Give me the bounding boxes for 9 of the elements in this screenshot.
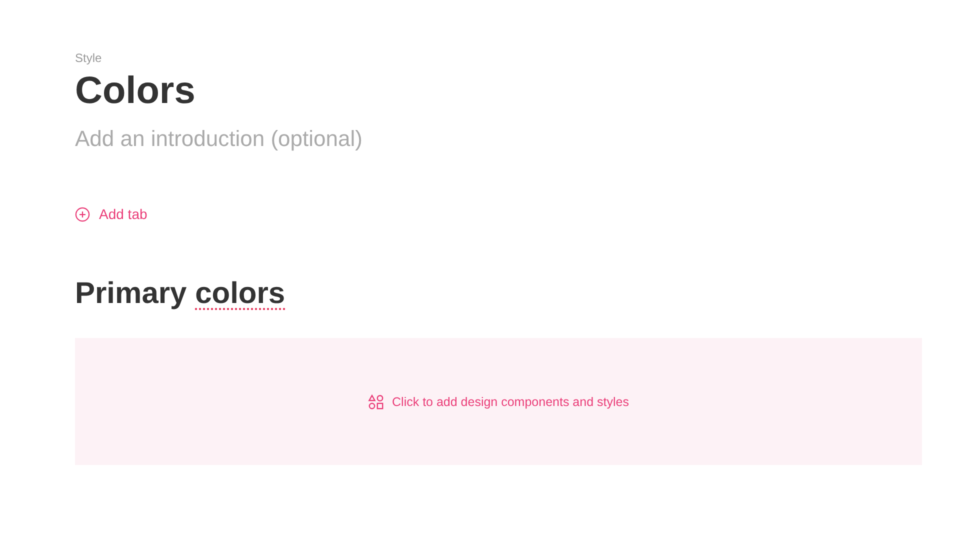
introduction-field[interactable]: Add an introduction (optional) (75, 124, 415, 154)
add-circle-icon (75, 206, 90, 222)
page-title: Colors (75, 69, 196, 114)
shapes-icon (368, 394, 384, 410)
add-tab-button[interactable]: Add tab (75, 206, 148, 222)
section-heading: Primary colors (75, 276, 286, 312)
page-eyebrow: Style (75, 50, 102, 66)
dropzone-label: Click to add design components and styles (392, 394, 629, 408)
dropzone[interactable]: Click to add design components and styles (75, 338, 922, 465)
